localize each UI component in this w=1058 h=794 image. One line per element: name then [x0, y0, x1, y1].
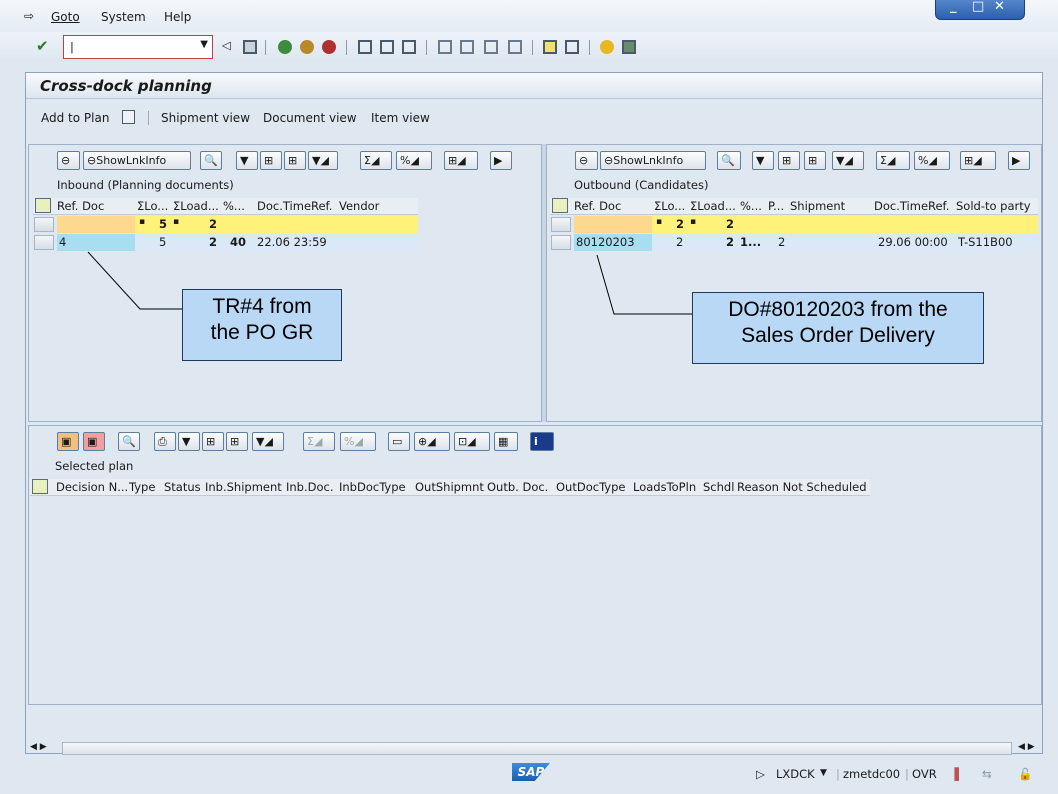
column-header[interactable]: Type [129, 480, 155, 494]
plan-grid-header: Decision N... Type Status Inb.Shipment I… [30, 479, 870, 496]
scroll-left-icon[interactable]: ◀ ▶ [30, 742, 47, 752]
plan-delete-button[interactable]: ▣ [83, 432, 105, 451]
column-header[interactable]: Inb.Shipment [205, 480, 282, 494]
plan-print-button[interactable]: ⎙ [154, 432, 176, 451]
column-header[interactable]: Status [164, 480, 201, 494]
network-icon: ▐ [950, 767, 959, 781]
server-name: zmetdc00 [843, 767, 901, 781]
column-header[interactable]: OutDocType [556, 480, 625, 494]
plan-find-button[interactable]: ⊞ [202, 432, 224, 451]
outbound-callout: DO#80120203 from the Sales Order Delivery [692, 292, 984, 364]
plan-save-button[interactable]: ▣ [57, 432, 79, 451]
column-header[interactable]: LoadsToPln [633, 480, 696, 494]
status-toggle-icon[interactable]: ▷ [756, 767, 765, 781]
insert-mode[interactable]: OVR [912, 767, 937, 781]
transaction-code: LXDCK [776, 767, 815, 781]
plan-details-button[interactable]: 🔍 [118, 432, 140, 451]
column-header[interactable]: OutShipmnt [415, 480, 484, 494]
select-all-icon[interactable] [32, 479, 48, 494]
connection-icon: ⇆ [982, 767, 992, 781]
plan-total-button[interactable]: Σ◢ [303, 432, 335, 451]
scrollbar-thumb[interactable] [62, 742, 1012, 755]
column-header[interactable]: Inb.Doc. [286, 480, 334, 494]
column-header[interactable]: Schdl [703, 480, 734, 494]
plan-filter-button[interactable]: ▼ [178, 432, 200, 451]
inbound-callout: TR#4 from the PO GR [182, 289, 342, 361]
plan-find-next-button[interactable]: ⊞ [226, 432, 248, 451]
column-header[interactable]: Decision N... [56, 480, 128, 494]
plan-title: Selected plan [55, 459, 134, 473]
column-header[interactable]: Reason Not Scheduled [737, 480, 867, 494]
column-header[interactable]: Outb. Doc. [487, 480, 548, 494]
plan-panel [28, 425, 1042, 705]
plan-info-button[interactable]: i [530, 432, 554, 451]
scroll-right-icon[interactable]: ◀ ▶ [1018, 742, 1035, 752]
lock-icon[interactable]: 🔓 [1018, 767, 1032, 781]
column-header[interactable]: InbDocType [339, 480, 406, 494]
horizontal-scrollbar[interactable]: ◀ ▶ ◀ ▶ [28, 742, 1042, 756]
plan-send-button[interactable]: ⊡◢ [454, 432, 490, 451]
plan-grid-button[interactable]: ▦ [494, 432, 518, 451]
chevron-down-icon[interactable]: ▼ [820, 768, 827, 778]
plan-set-filter-button[interactable]: ▼◢ [252, 432, 284, 451]
plan-views-button[interactable]: ⊕◢ [414, 432, 450, 451]
plan-export-button[interactable]: ▭ [388, 432, 410, 451]
plan-subtotal-button[interactable]: %◢ [340, 432, 376, 451]
